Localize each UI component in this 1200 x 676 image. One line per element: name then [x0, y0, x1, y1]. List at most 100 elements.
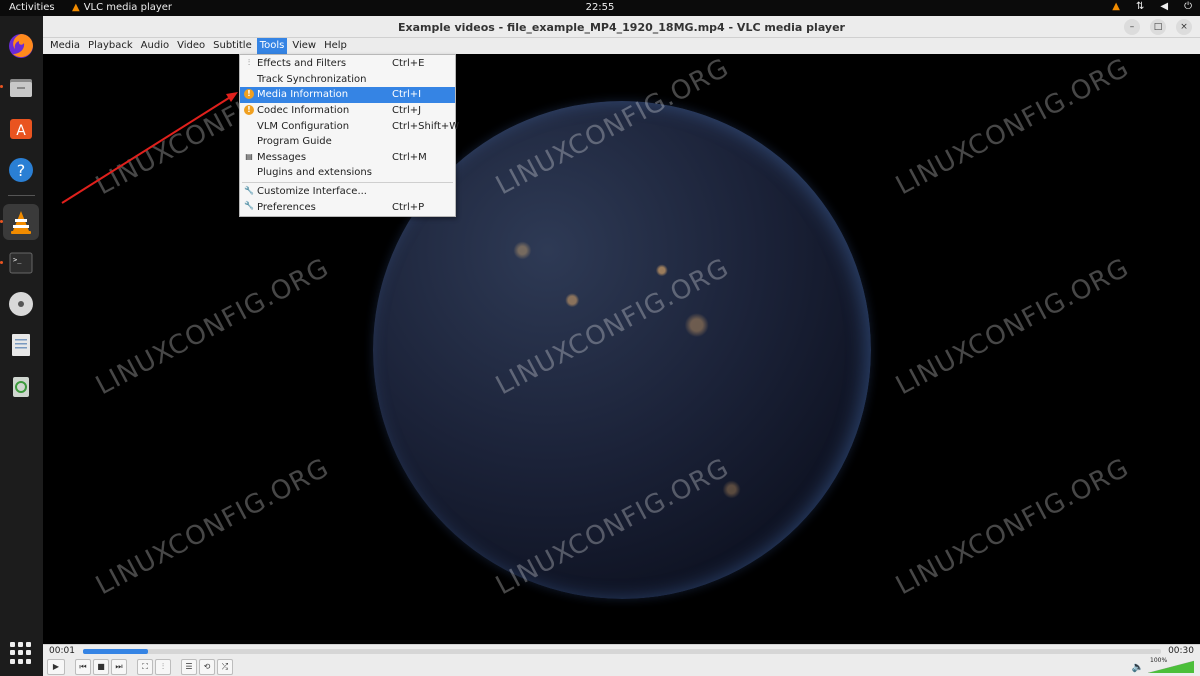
help-launcher[interactable]: ?: [3, 152, 39, 188]
stop-button[interactable]: ■: [93, 659, 109, 675]
wrench-icon: 🔧: [244, 201, 254, 211]
menu-item-media-information[interactable]: ! Media Information Ctrl+I: [240, 87, 455, 103]
files-launcher[interactable]: [3, 69, 39, 105]
title-bar[interactable]: Example videos - file_example_MP4_1920_1…: [43, 16, 1200, 38]
shuffle-button[interactable]: ⤮: [217, 659, 233, 675]
help-icon: ?: [9, 158, 33, 182]
menu-item-shortcut: Ctrl+E: [392, 58, 425, 70]
menu-bar: Media Playback Audio Video Subtitle Tool…: [43, 38, 1200, 54]
menu-item-customize-interface[interactable]: 🔧 Customize Interface...: [240, 184, 455, 200]
network-icon[interactable]: ⇅: [1136, 1, 1144, 12]
menu-item-shortcut: Ctrl+M: [392, 151, 427, 163]
menu-item-track-synchronization[interactable]: Track Synchronization: [240, 72, 455, 88]
play-button[interactable]: ▶: [47, 659, 65, 675]
menu-item-shortcut: Ctrl+P: [392, 201, 425, 213]
svg-text:>_: >_: [13, 256, 22, 264]
menu-item-shortcut: Ctrl+I: [392, 89, 422, 101]
next-button[interactable]: ⏭: [111, 659, 127, 675]
vlc-window: Example videos - file_example_MP4_1920_1…: [43, 16, 1200, 676]
disc-launcher[interactable]: [3, 286, 39, 322]
show-apps-button[interactable]: [10, 642, 32, 664]
svg-text:?: ?: [17, 161, 26, 180]
menu-item-plugins-and-extensions[interactable]: Plugins and extensions: [240, 165, 455, 181]
maximize-button[interactable]: □: [1150, 19, 1166, 35]
grid-dot: [18, 658, 23, 664]
menu-item-label: VLM Configuration: [257, 120, 350, 132]
watermark: LINUXCONFIG.ORG: [891, 54, 1135, 202]
close-button[interactable]: ×: [1176, 19, 1192, 35]
extended-settings-button[interactable]: ⫶: [155, 659, 171, 675]
volume-tray-icon[interactable]: ◀: [1160, 1, 1168, 12]
dock: A ? >_: [0, 16, 43, 676]
software-launcher[interactable]: A: [3, 110, 39, 146]
firefox-launcher[interactable]: [3, 28, 39, 64]
playback-controls: 00:01 00:30 ▶ ⏮ ■ ⏭ ⛶ ⫶ ☰ ⟲ ⤮ 🔈 100%: [43, 644, 1200, 676]
tools-menu: ⫶ Effects and Filters Ctrl+E Track Synch…: [239, 54, 459, 217]
menu-playback[interactable]: Playback: [85, 38, 136, 54]
total-time[interactable]: 00:30: [1168, 646, 1194, 656]
disc-icon: [9, 292, 33, 316]
menu-item-preferences[interactable]: 🔧 Preferences Ctrl+P: [240, 199, 455, 215]
menu-audio[interactable]: Audio: [138, 38, 172, 54]
menu-media[interactable]: Media: [47, 38, 83, 54]
playlist-button[interactable]: ☰: [181, 659, 197, 675]
menu-item-shortcut: Ctrl+J: [392, 105, 422, 117]
vlc-launcher[interactable]: [3, 204, 39, 240]
watermark: LINUXCONFIG.ORG: [891, 252, 1135, 402]
info-icon: !: [244, 104, 254, 115]
terminal-launcher[interactable]: >_: [3, 245, 39, 281]
previous-button[interactable]: ⏮: [75, 659, 91, 675]
grid-dot: [26, 658, 31, 664]
video-area[interactable]: LINUXCONFIG.ORG LINUXCONFIG.ORG LINUXCON…: [43, 54, 1200, 644]
system-tray[interactable]: ▲ ⇅ ◀ ⏻: [1112, 1, 1192, 12]
menu-separator: [242, 181, 453, 183]
menu-item-label: Plugins and extensions: [257, 167, 372, 179]
info-icon: !: [244, 89, 254, 100]
power-icon[interactable]: ⏻: [1184, 1, 1192, 12]
time-bar: 00:01 00:30: [43, 645, 1200, 658]
menu-item-program-guide[interactable]: Program Guide: [240, 134, 455, 150]
minimize-button[interactable]: –: [1124, 19, 1140, 35]
trash-launcher[interactable]: [3, 368, 39, 404]
grid-dot: [26, 642, 31, 647]
menu-item-label: Preferences: [257, 201, 316, 213]
menu-item-label: Customize Interface...: [257, 186, 367, 198]
menu-item-label: Media Information: [257, 89, 349, 101]
loop-button[interactable]: ⟲: [199, 659, 215, 675]
text-editor-launcher[interactable]: [3, 327, 39, 363]
grid-dot: [26, 650, 31, 656]
elapsed-time: 00:01: [49, 646, 75, 656]
fullscreen-button[interactable]: ⛶: [137, 659, 153, 675]
menu-item-messages[interactable]: ▤ Messages Ctrl+M: [240, 150, 455, 166]
gnome-top-bar: Activities ▲ VLC media player 22:55 ▲ ⇅ …: [0, 0, 1200, 16]
wrench-icon: 🔧: [244, 185, 254, 195]
speaker-icon[interactable]: 🔈: [1132, 662, 1144, 673]
watermark: LINUXCONFIG.ORG: [891, 452, 1135, 602]
menu-item-codec-information[interactable]: ! Codec Information Ctrl+J: [240, 103, 455, 119]
menu-item-shortcut: Ctrl+Shift+W: [392, 120, 460, 132]
grid-dot: [10, 642, 15, 647]
menu-subtitle[interactable]: Subtitle: [210, 38, 255, 54]
menu-video[interactable]: Video: [174, 38, 208, 54]
volume-slider[interactable]: 100%: [1148, 657, 1194, 673]
menu-item-label: Program Guide: [257, 136, 332, 148]
menu-tools[interactable]: Tools: [256, 38, 288, 54]
seek-slider[interactable]: [83, 649, 1161, 654]
clock[interactable]: 22:55: [0, 2, 1200, 13]
vlc-tray-icon[interactable]: ▲: [1112, 1, 1120, 12]
menu-item-effects-and-filters[interactable]: ⫶ Effects and Filters Ctrl+E: [240, 56, 455, 72]
seek-progress: [83, 649, 148, 654]
app-store-icon: A: [10, 119, 32, 139]
menu-item-vlm-configuration[interactable]: VLM Configuration Ctrl+Shift+W: [240, 118, 459, 134]
document-icon: [12, 334, 30, 356]
grid-dot: [10, 658, 15, 664]
menu-view[interactable]: View: [289, 38, 319, 54]
menu-help[interactable]: Help: [321, 38, 350, 54]
dock-separator: [8, 195, 35, 196]
menu-item-label: Messages: [257, 151, 307, 163]
watermark: LINUXCONFIG.ORG: [91, 252, 335, 402]
svg-text:A: A: [16, 123, 26, 139]
grid-dot: [18, 650, 23, 656]
